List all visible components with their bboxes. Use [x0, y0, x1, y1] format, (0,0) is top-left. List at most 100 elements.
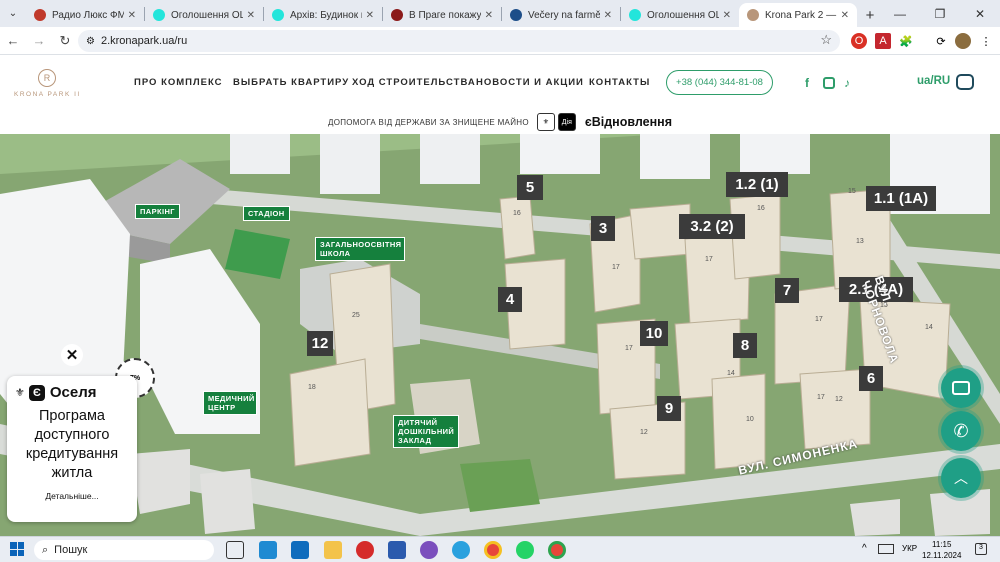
opera-extension-icon[interactable]: O: [851, 33, 867, 49]
building-marker-9[interactable]: 9: [657, 396, 681, 421]
label-medical-center[interactable]: МЕДИЧНИЙ ЦЕНТР: [203, 391, 257, 415]
outlook-icon[interactable]: [291, 541, 309, 559]
tab-close-icon[interactable]: ✕: [128, 10, 136, 21]
browser-tab[interactable]: Оголошення OLX.ua ✕: [621, 3, 739, 27]
tab-close-icon[interactable]: ✕: [723, 10, 731, 21]
nav-about[interactable]: ПРО КОМПЛЕКС: [134, 77, 223, 88]
viber-icon[interactable]: [420, 541, 438, 559]
tab-title: Архів: Будинок в Са: [290, 9, 362, 21]
oselya-brand: Оселя: [49, 384, 97, 401]
phone-icon: ✆: [953, 420, 969, 441]
browser-tab[interactable]: Večery na farmě u Dj ✕: [502, 3, 620, 27]
phone-button[interactable]: +38 (044) 344-81-08: [666, 70, 773, 95]
browser-tab[interactable]: В Праге покажут ук ✕: [383, 3, 501, 27]
label-parking[interactable]: ПАРКІНГ: [135, 204, 180, 219]
oselya-promo-card[interactable]: ⚜ Є Оселя Програма доступного кредитуван…: [7, 376, 137, 522]
chrome-icon[interactable]: [484, 541, 502, 559]
building-marker-5[interactable]: 5: [517, 175, 543, 200]
close-window-button[interactable]: ✕: [960, 0, 1000, 27]
floor-count: 17: [612, 264, 620, 271]
explorer-icon[interactable]: [324, 541, 342, 559]
telegram-icon[interactable]: [452, 541, 470, 559]
browser-tab[interactable]: Оголошення OLX.ua ✕: [145, 3, 263, 27]
bookmark-star-icon[interactable]: ☆: [820, 32, 832, 48]
extensions-puzzle-icon[interactable]: 🧩: [898, 33, 914, 49]
nav-construction[interactable]: ХОД СТРОИТЕЛЬСТВА: [352, 77, 476, 88]
windows-start-icon[interactable]: [10, 542, 24, 556]
building-marker-1-2[interactable]: 1.2 (1): [726, 172, 788, 197]
taskbar-search[interactable]: ⌕ Пошук: [34, 540, 214, 560]
chatbot-icon[interactable]: [956, 74, 974, 90]
floor-count: 25: [352, 312, 360, 319]
evidnovlennya-brand: єВідновлення: [584, 115, 673, 129]
store-icon[interactable]: [259, 541, 277, 559]
building-marker-12[interactable]: 12: [307, 331, 333, 356]
tray-chevron-icon[interactable]: ^: [862, 543, 867, 554]
chrome-menu-icon[interactable]: ⋮: [978, 33, 994, 49]
language-switcher[interactable]: ua/RU: [917, 75, 950, 87]
notifications-icon[interactable]: 3: [975, 543, 987, 555]
taskbar-clock[interactable]: 11:15 12.11.2024: [922, 539, 961, 561]
browser-tab[interactable]: Радио Люкс ФМ - сл ✕: [26, 3, 144, 27]
taskbar-language[interactable]: УКР: [902, 544, 917, 553]
building-marker-10[interactable]: 10: [640, 321, 668, 346]
pdf-extension-icon[interactable]: A: [875, 33, 891, 49]
building-marker-1-1[interactable]: 1.1 (1A): [866, 186, 936, 211]
tab-close-icon[interactable]: ✕: [841, 10, 849, 21]
tab-close-icon[interactable]: ✕: [247, 10, 255, 21]
gov-support-banner[interactable]: ДОПОМОГА ВІД ДЕРЖАВИ ЗА ЗНИЩЕНЕ МАЙНО ⚜ …: [0, 110, 1000, 134]
tiktok-icon[interactable]: ♪: [844, 76, 850, 90]
building-marker-6[interactable]: 6: [859, 366, 883, 391]
tab-close-icon[interactable]: ✕: [604, 10, 612, 21]
call-button[interactable]: ✆: [941, 411, 981, 451]
label-school[interactable]: ЗАГАЛЬНООСВІТНЯ ШКОЛА: [315, 237, 405, 261]
building-marker-7[interactable]: 7: [775, 278, 799, 303]
label-kindergarten[interactable]: ДИТЯЧИЙ ДОШКІЛЬНИЙ ЗАКЛАД: [393, 415, 459, 448]
chrome-icon[interactable]: [548, 541, 566, 559]
floor-count: 16: [513, 210, 521, 217]
site-info-icon[interactable]: ⚙: [86, 36, 95, 47]
floor-count: 18: [308, 384, 316, 391]
whatsapp-icon[interactable]: [516, 541, 534, 559]
complex-map[interactable]: 5 1.2 (1) 1.1 (1A) 3 3.2 (2) 4 7 2.1 (4A…: [0, 134, 1000, 536]
facebook-icon[interactable]: f: [805, 76, 809, 90]
back-icon[interactable]: ←: [0, 28, 26, 54]
browser-tab[interactable]: Krona Park 2 — квар ✕: [739, 3, 857, 27]
tab-close-icon[interactable]: ✕: [485, 10, 493, 21]
nav-news[interactable]: НОВОСТИ И АКЦИИ: [476, 77, 584, 88]
building-marker-3-2[interactable]: 3.2 (2): [679, 214, 745, 239]
nav-contacts[interactable]: КОНТАКТЫ: [589, 77, 650, 88]
nav-choose-apartment[interactable]: ВЫБРАТЬ КВАРТИРУ: [233, 77, 349, 88]
opera-icon[interactable]: [356, 541, 374, 559]
building-marker-4[interactable]: 4: [498, 287, 522, 312]
olx-icon: [272, 9, 284, 21]
floor-count: 17: [705, 256, 713, 263]
tab-search-button[interactable]: ⌄: [0, 0, 26, 27]
promo-more-link[interactable]: Детальніше...: [15, 491, 129, 501]
url-input[interactable]: ⚙ 2.kronapark.ua/ru ☆: [78, 30, 840, 52]
keyboard-icon[interactable]: [878, 544, 894, 554]
chat-button[interactable]: [941, 368, 981, 408]
maximize-button[interactable]: ❐: [920, 0, 960, 27]
minimize-button[interactable]: —: [880, 0, 920, 27]
building-marker-8[interactable]: 8: [733, 333, 757, 358]
instagram-icon[interactable]: [823, 77, 835, 89]
browser-tab-bar: ⌄ Радио Люкс ФМ - сл✕Оголошення OLX.ua✕А…: [0, 0, 1000, 27]
label-stadium[interactable]: СТАДІОН: [243, 206, 290, 221]
promo-close-button[interactable]: ✕: [61, 344, 83, 366]
scroll-top-button[interactable]: ︿: [941, 458, 981, 498]
sync-icon[interactable]: ⟳: [933, 33, 949, 49]
task-view-icon[interactable]: [226, 541, 244, 559]
tab-title: Оголошення OLX.ua: [647, 9, 719, 21]
taskbar-search-label: Пошук: [54, 544, 88, 556]
forward-icon[interactable]: →: [26, 28, 52, 54]
olx-icon: [153, 9, 165, 21]
word-icon[interactable]: [388, 541, 406, 559]
profile-avatar[interactable]: [955, 33, 971, 49]
krona-park-logo[interactable]: R KRONA PARK II: [14, 69, 80, 105]
tab-close-icon[interactable]: ✕: [366, 10, 374, 21]
clock-date: 12.11.2024: [922, 551, 962, 560]
reload-icon[interactable]: ↻: [52, 28, 78, 54]
browser-tab[interactable]: Архів: Будинок в Са ✕: [264, 3, 382, 27]
building-marker-3[interactable]: 3: [591, 216, 615, 241]
